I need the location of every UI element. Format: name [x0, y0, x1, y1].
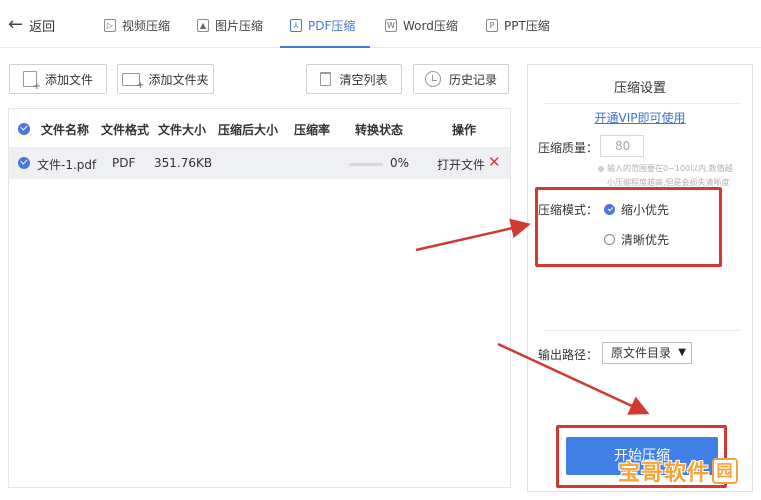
- file-size: 351.76KB: [154, 156, 213, 170]
- tab-label: PDF压缩: [308, 18, 356, 33]
- divider: [544, 103, 740, 104]
- output-path-label: 输出路径：: [538, 348, 599, 362]
- column-header: 文件名称: [41, 123, 90, 137]
- tab-label: Word压缩: [403, 18, 458, 33]
- history-button[interactable]: 历史记录: [413, 64, 509, 94]
- add-folder-icon: [122, 72, 144, 91]
- table-row[interactable]: 文件-1.pdf PDF 351.76KB 0% 打开文件 ✕: [9, 147, 510, 179]
- progress-bar: [349, 163, 383, 166]
- dropdown-caret-icon: ▼: [678, 347, 686, 358]
- remove-file-icon[interactable]: ✕: [488, 153, 501, 171]
- watermark-logo: 宝哥软件 园: [618, 454, 739, 488]
- output-path-select[interactable]: 原文件目录 ▼: [602, 342, 692, 364]
- quality-input[interactable]: 80: [600, 135, 644, 157]
- column-header: 转换状态: [355, 123, 404, 137]
- back-button[interactable]: ← 返回: [8, 14, 55, 36]
- back-label: 返回: [29, 19, 56, 35]
- pdf-file-icon: ⅄: [290, 18, 302, 32]
- output-path-value: 原文件目录: [611, 346, 672, 360]
- select-all-checkbox[interactable]: [18, 123, 30, 135]
- progress-text: 0%: [390, 156, 410, 170]
- tab-label: 图片压缩: [215, 18, 264, 33]
- quality-hint: 输入的范围要在0~100以内,数值越: [598, 163, 733, 174]
- vip-link[interactable]: 开通VIP即可使用: [528, 109, 752, 126]
- column-header: 压缩后大小: [218, 123, 279, 137]
- word-file-icon: W: [385, 18, 397, 32]
- top-nav: ← 返回 ▷ 视频压缩 ▲ 图片压缩 ⅄ PDF压缩 W Word压缩 P PP…: [0, 0, 761, 48]
- settings-title: 压缩设置: [613, 81, 666, 96]
- file-table: 文件名称 文件格式 文件大小 压缩后大小 压缩率 转换状态 操作 文件-1.pd…: [8, 108, 511, 488]
- add-file-button[interactable]: 添加文件: [9, 64, 107, 94]
- table-header: 文件名称 文件格式 文件大小 压缩后大小 压缩率 转换状态 操作: [9, 109, 510, 147]
- trash-icon: [320, 72, 332, 86]
- video-file-icon: ▷: [104, 18, 116, 32]
- quality-hint-line-1: 输入的范围要在0~100以内,数值越: [607, 164, 733, 173]
- history-label: 历史记录: [448, 72, 497, 87]
- open-file-link[interactable]: 打开文件: [437, 156, 485, 173]
- tab-label: 视频压缩: [122, 18, 171, 33]
- file-format: PDF: [112, 156, 136, 170]
- column-header: 文件格式: [101, 123, 150, 137]
- file-name: 文件-1.pdf: [37, 158, 97, 172]
- tab-ppt-compress[interactable]: P PPT压缩: [486, 13, 550, 37]
- divider: [544, 330, 740, 331]
- tab-pdf-compress[interactable]: ⅄ PDF压缩: [290, 13, 355, 37]
- clear-list-button[interactable]: 清空列表: [306, 64, 402, 94]
- watermark-seal: 园: [712, 458, 739, 484]
- column-header: 文件大小: [158, 123, 207, 137]
- add-folder-button[interactable]: 添加文件夹: [117, 64, 214, 94]
- add-file-icon: [22, 71, 41, 92]
- add-folder-label: 添加文件夹: [148, 72, 209, 87]
- active-tab-indicator: [280, 46, 370, 48]
- image-file-icon: ▲: [197, 18, 209, 32]
- info-dot-icon: [598, 165, 604, 172]
- annotation-box-mode: [535, 187, 722, 267]
- tab-video-compress[interactable]: ▷ 视频压缩: [104, 13, 170, 37]
- add-file-label: 添加文件: [44, 72, 93, 87]
- ppt-file-icon: P: [486, 18, 498, 32]
- quality-label: 压缩质量：: [538, 141, 599, 155]
- tab-image-compress[interactable]: ▲ 图片压缩: [197, 13, 263, 37]
- watermark-text: 宝哥软件: [618, 461, 711, 486]
- row-checkbox[interactable]: [18, 157, 30, 169]
- arrow-left-icon: ←: [8, 14, 24, 35]
- clear-list-label: 清空列表: [339, 72, 388, 87]
- column-header: 压缩率: [294, 123, 331, 137]
- clock-icon: [424, 71, 441, 87]
- column-header: 操作: [452, 123, 477, 137]
- tab-label: PPT压缩: [504, 18, 550, 33]
- tab-word-compress[interactable]: W Word压缩: [385, 13, 458, 37]
